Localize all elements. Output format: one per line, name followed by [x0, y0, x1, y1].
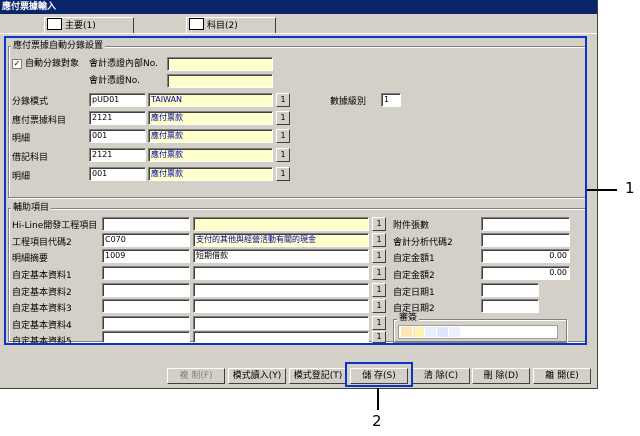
tab-divider: [0, 33, 597, 34]
pattern-register-button[interactable]: 模式登記(T): [289, 368, 347, 384]
tab-accounts-label: 科目(2): [207, 21, 238, 31]
callout-number-1: 1: [625, 179, 635, 197]
window-title: 應付票據輸入: [0, 0, 597, 14]
copy-button[interactable]: 複 制(F): [167, 368, 225, 384]
tab-main[interactable]: 主要(1): [44, 17, 134, 33]
callout-line-2: [377, 388, 379, 410]
callout-line-1: [587, 189, 617, 191]
delete-button[interactable]: 刪 除(D): [472, 368, 530, 384]
tab-accounts[interactable]: 科目(2): [186, 17, 276, 33]
clear-button[interactable]: 清 除(C): [412, 368, 470, 384]
highlight-frame-save: [345, 362, 413, 387]
callout-number-2: 2: [372, 412, 382, 430]
book-icon: [47, 18, 62, 30]
close-button[interactable]: 離 開(E): [533, 368, 591, 384]
ledger-icon: [189, 18, 204, 30]
tab-main-label: 主要(1): [65, 21, 96, 31]
highlight-frame-form: [4, 36, 587, 345]
pattern-load-button[interactable]: 模式讀入(Y): [228, 368, 286, 384]
